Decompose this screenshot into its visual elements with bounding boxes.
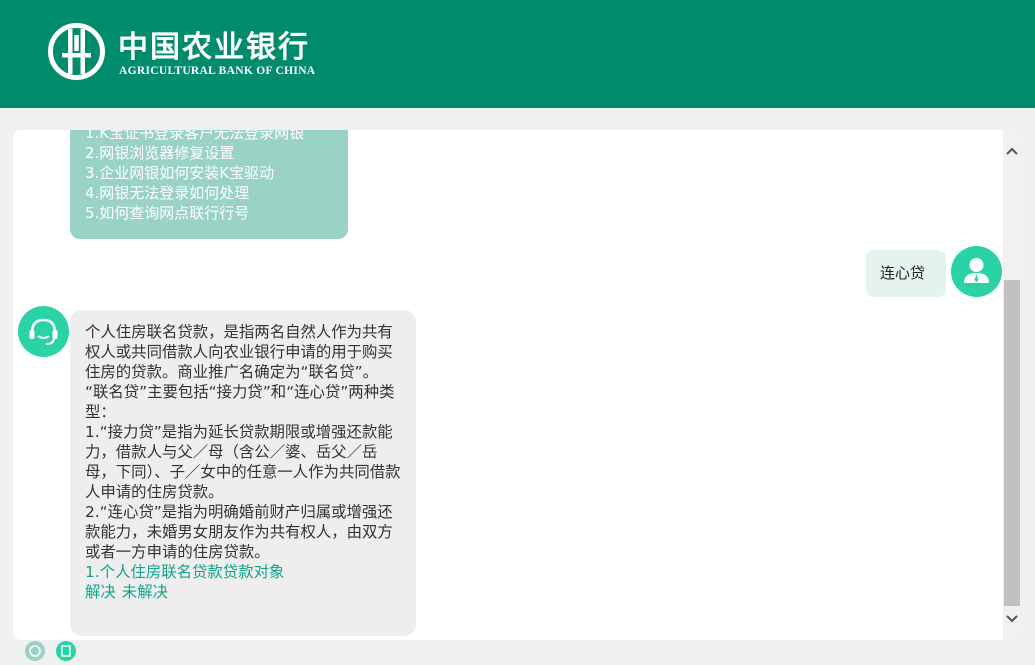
- suggestion-item[interactable]: 2.网银浏览器修复设置: [85, 143, 304, 163]
- customer-service-headset-icon: [18, 306, 69, 357]
- bank-name-cn: 中国农业银行: [118, 30, 310, 65]
- user-avatar-icon: [951, 246, 1002, 297]
- bank-name-en: AGRICULTURAL BANK OF CHINA: [119, 65, 316, 77]
- reply-paragraph: 1.“接力贷”是指为延长贷款期限或增强还款能力，借款人与父／母（含公／婆、岳父／…: [85, 423, 401, 501]
- reply-paragraph: “联名贷”主要包括“接力贷”和“连心贷”两种类型：: [85, 383, 395, 421]
- related-question-link[interactable]: 1.个人住房联名贷款贷款对象: [85, 562, 403, 582]
- abc-logo-icon: [48, 23, 105, 80]
- suggestion-item[interactable]: 5.如何查询网点联行行号: [85, 203, 304, 223]
- reply-paragraph: 个人住房联名贷款，是指两名自然人作为共有权人或共同借款人向农业银行申请的用于购买…: [85, 323, 393, 381]
- bot-reply-bubble: 个人住房联名贷款，是指两名自然人作为共有权人或共同借款人向农业银行申请的用于购买…: [70, 310, 416, 636]
- suggestion-item[interactable]: 1.K宝证书登录客户无法登录网银: [85, 130, 304, 143]
- solved-button[interactable]: 解决: [85, 583, 116, 601]
- scroll-down-icon[interactable]: [1003, 610, 1021, 628]
- unsolved-button[interactable]: 未解决: [122, 583, 168, 601]
- scroll-up-icon[interactable]: [1003, 142, 1021, 160]
- reply-paragraph: 2.“连心贷”是指为明确婚前财产归属或增强还款能力，未婚男女朋友作为共有权人，由…: [85, 503, 393, 561]
- exit-icon[interactable]: [56, 641, 76, 661]
- feedback-row: 解决 未解决: [85, 582, 403, 602]
- suggestion-item[interactable]: 3.企业网银如何安装K宝驱动: [85, 163, 304, 183]
- chat-scrollbar[interactable]: [1003, 130, 1021, 640]
- suggestion-item[interactable]: 4.网银无法登录如何处理: [85, 183, 304, 203]
- user-message-bubble: 连心贷: [866, 250, 946, 297]
- scroll-thumb[interactable]: [1004, 280, 1020, 606]
- top-header: 中国农业银行 AGRICULTURAL BANK OF CHINA: [0, 0, 1035, 108]
- chat-window[interactable]: 1.K宝证书登录客户无法登录网银 2.网银浏览器修复设置 3.企业网银如何安装K…: [13, 130, 1021, 640]
- suggestion-bubble: 1.K宝证书登录客户无法登录网银 2.网银浏览器修复设置 3.企业网银如何安装K…: [70, 130, 348, 239]
- emoji-icon[interactable]: [25, 641, 45, 661]
